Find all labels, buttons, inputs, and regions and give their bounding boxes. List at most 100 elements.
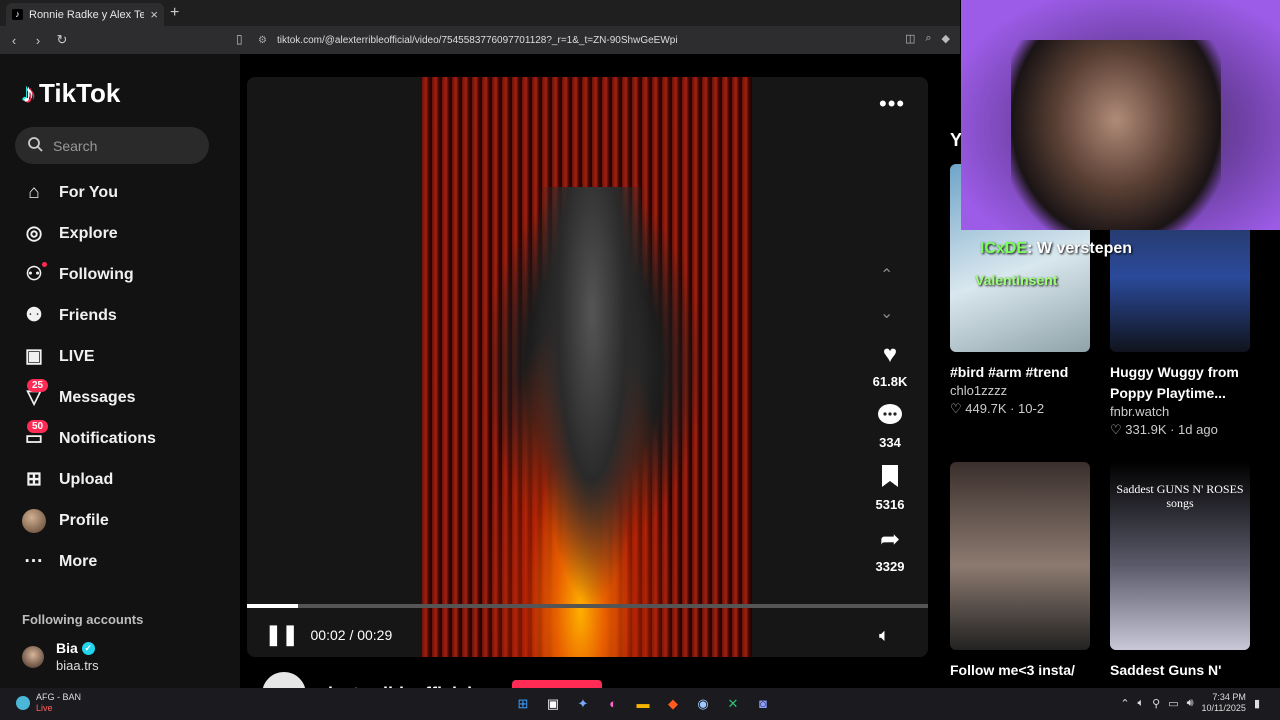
nav-label: Friends xyxy=(59,306,117,324)
reload-icon[interactable]: ↻ xyxy=(52,32,72,48)
new-tab-button[interactable]: + xyxy=(170,4,179,22)
card-user[interactable]: chlo1zzzz xyxy=(950,383,1090,398)
video-card[interactable]: Follow me<3 insta/ xyxy=(950,462,1090,681)
video-card[interactable]: Saddest GUNS N' ROSES songs Saddest Guns… xyxy=(1110,462,1250,681)
stream-alert-subtext: Valentinsent xyxy=(975,272,1058,288)
nav-upload[interactable]: ⊞ Upload xyxy=(0,459,240,500)
playback-controls: ❚❚ 00:02 / 00:29 xyxy=(265,622,392,647)
like-count: 61.8K xyxy=(872,374,908,389)
cricket-icon xyxy=(16,696,30,710)
steam-icon[interactable]: ◉ xyxy=(692,693,714,715)
video-thumbnail[interactable]: Saddest GUNS N' ROSES songs xyxy=(1110,462,1250,650)
video-subject xyxy=(532,187,652,607)
profile-icon xyxy=(22,508,46,533)
nav-messages[interactable]: ▽ 25 Messages xyxy=(0,377,240,418)
address-bar[interactable]: ⚙ tiktok.com/@alexterribleofficial/video… xyxy=(258,30,948,50)
file-explorer-icon[interactable]: ▬ xyxy=(632,693,654,715)
nav-friends[interactable]: ⚉ Friends xyxy=(0,295,240,336)
share-count: 3329 xyxy=(875,559,905,574)
tiktok-favicon-icon: ♪ xyxy=(12,9,23,20)
video-frame[interactable] xyxy=(422,77,752,657)
url-text: tiktok.com/@alexterribleofficial/video/7… xyxy=(276,34,678,46)
nav-more[interactable]: ··· More xyxy=(0,541,240,582)
nav-explore[interactable]: ◎ Explore xyxy=(0,213,240,254)
windows-start-icon[interactable]: ⊞ xyxy=(512,693,534,715)
taskbar-apps: ⊞ ▣ ✦ ◐ ▬ ◆ ◉ ✕ ◙ xyxy=(512,693,774,715)
browser-tab[interactable]: ♪ Ronnie Radke y Alex Terrible × xyxy=(6,3,164,26)
discord-icon[interactable]: ◙ xyxy=(752,693,774,715)
save-button[interactable]: 5316 xyxy=(861,464,919,512)
reader-icon[interactable]: ◫ xyxy=(905,32,915,45)
sidebar: ♪ TikTok Search ⌂ For You ◎ Explore ⚇ Fo… xyxy=(0,54,240,688)
video-player[interactable]: ••• ⌃ ⌄ ♥ 61.8K 334 5316 ➦ 3329 ❚❚ 00:02… xyxy=(247,77,928,657)
chevron-up-icon[interactable]: ⌃ xyxy=(1120,697,1129,710)
card-meta: ♡ 449.7K · 10-2 xyxy=(950,401,1045,416)
logo-text: TikTok xyxy=(39,78,121,108)
bookmark-icon[interactable]: ▯ xyxy=(236,32,243,46)
search-input[interactable]: Search xyxy=(15,127,209,164)
zoom-icon[interactable]: ⌕ xyxy=(925,32,931,45)
site-info-icon[interactable]: ⚙ xyxy=(258,35,267,46)
volume-icon[interactable]: 🔈︎ xyxy=(879,625,890,646)
pause-icon[interactable]: ❚❚ xyxy=(265,622,299,647)
tiktok-logo[interactable]: ♪ TikTok xyxy=(22,78,120,109)
volume-icon[interactable]: 🔊︎ xyxy=(1187,697,1194,710)
heart-outline-icon: ♡ xyxy=(1110,422,1122,437)
webcam-overlay xyxy=(961,0,1280,230)
nav-for-you[interactable]: ⌂ For You xyxy=(0,172,240,213)
avatar xyxy=(22,646,44,668)
excel-icon[interactable]: ✕ xyxy=(722,693,744,715)
card-meta: ♡ 331.9K · 1d ago xyxy=(1110,422,1218,437)
comment-button[interactable]: 334 xyxy=(861,402,919,450)
live-icon: ▣ xyxy=(25,346,43,367)
chevron-up-icon[interactable]: ⌃ xyxy=(880,265,893,285)
system-tray: ⌃ 🔈︎ ⚲ ▭ 🔊︎ 7:34 PM 10/11/2025 ▮ xyxy=(1120,692,1260,714)
brave-shield-icon[interactable]: ◆ xyxy=(942,32,950,45)
forward-icon[interactable]: › xyxy=(28,33,48,48)
nav-following[interactable]: ⚇ Following xyxy=(0,254,240,295)
chevron-down-icon[interactable]: ⌄ xyxy=(880,303,893,323)
nav-label: Upload xyxy=(59,470,114,488)
card-date: 1d ago xyxy=(1178,422,1218,437)
main-nav: ⌂ For You ◎ Explore ⚇ Following ⚉ Friend… xyxy=(0,172,240,582)
nav-live[interactable]: ▣ LIVE xyxy=(0,336,240,377)
notification-bell-icon[interactable]: ▮ xyxy=(1254,697,1260,710)
messages-badge: 25 xyxy=(27,379,49,392)
card-user[interactable]: fnbr.watch xyxy=(1110,404,1250,419)
task-view-icon[interactable]: ▣ xyxy=(542,693,564,715)
close-tab-icon[interactable]: × xyxy=(150,7,158,22)
back-icon[interactable]: ‹ xyxy=(4,33,24,48)
friends-icon: ⚉ xyxy=(25,305,43,326)
brave-browser-icon[interactable]: ◆ xyxy=(662,693,684,715)
more-options-icon[interactable]: ••• xyxy=(879,91,905,117)
nav-label: LIVE xyxy=(59,347,95,365)
nav-notifications[interactable]: ▭ 50 Notifications xyxy=(0,418,240,459)
share-button[interactable]: ➦ 3329 xyxy=(861,526,919,574)
card-title: Saddest Guns N' xyxy=(1110,662,1222,678)
verified-icon: ✓ xyxy=(81,641,95,655)
account-handle: biaa.trs xyxy=(56,658,99,673)
comment-icon xyxy=(876,402,904,430)
card-title: Follow me<3 insta/ xyxy=(950,662,1075,678)
nav-label: More xyxy=(59,552,98,570)
network-icon[interactable]: ▭ xyxy=(1168,697,1178,710)
heart-outline-icon: ♡ xyxy=(950,401,962,416)
video-thumbnail[interactable] xyxy=(950,462,1090,650)
microphone-icon[interactable]: ⚲ xyxy=(1152,697,1160,710)
nav-label: Following xyxy=(59,265,134,283)
copilot-icon[interactable]: ✦ xyxy=(572,693,594,715)
browser-tab-strip: ♪ Ronnie Radke y Alex Terrible × + xyxy=(0,0,960,26)
speaker-icon[interactable]: 🔈︎ xyxy=(1138,697,1145,710)
save-count: 5316 xyxy=(875,497,905,512)
heart-icon: ♥ xyxy=(882,341,898,368)
nav-profile[interactable]: Profile xyxy=(0,500,240,541)
toolbar-icons: ◫ ⌕ ◆ xyxy=(905,32,950,45)
clock[interactable]: 7:34 PM 10/11/2025 xyxy=(1202,692,1246,714)
alert-message: : W verstepen xyxy=(1027,240,1133,257)
progress-bar[interactable] xyxy=(247,604,928,608)
following-accounts-heading: Following accounts xyxy=(22,612,144,627)
weather-widget[interactable]: AFG - BAN Live xyxy=(16,692,81,714)
like-button[interactable]: ♥ 61.8K xyxy=(861,341,919,389)
app-icon[interactable]: ◐ xyxy=(602,693,624,715)
following-account[interactable]: Bia ✓ biaa.trs xyxy=(22,640,99,673)
